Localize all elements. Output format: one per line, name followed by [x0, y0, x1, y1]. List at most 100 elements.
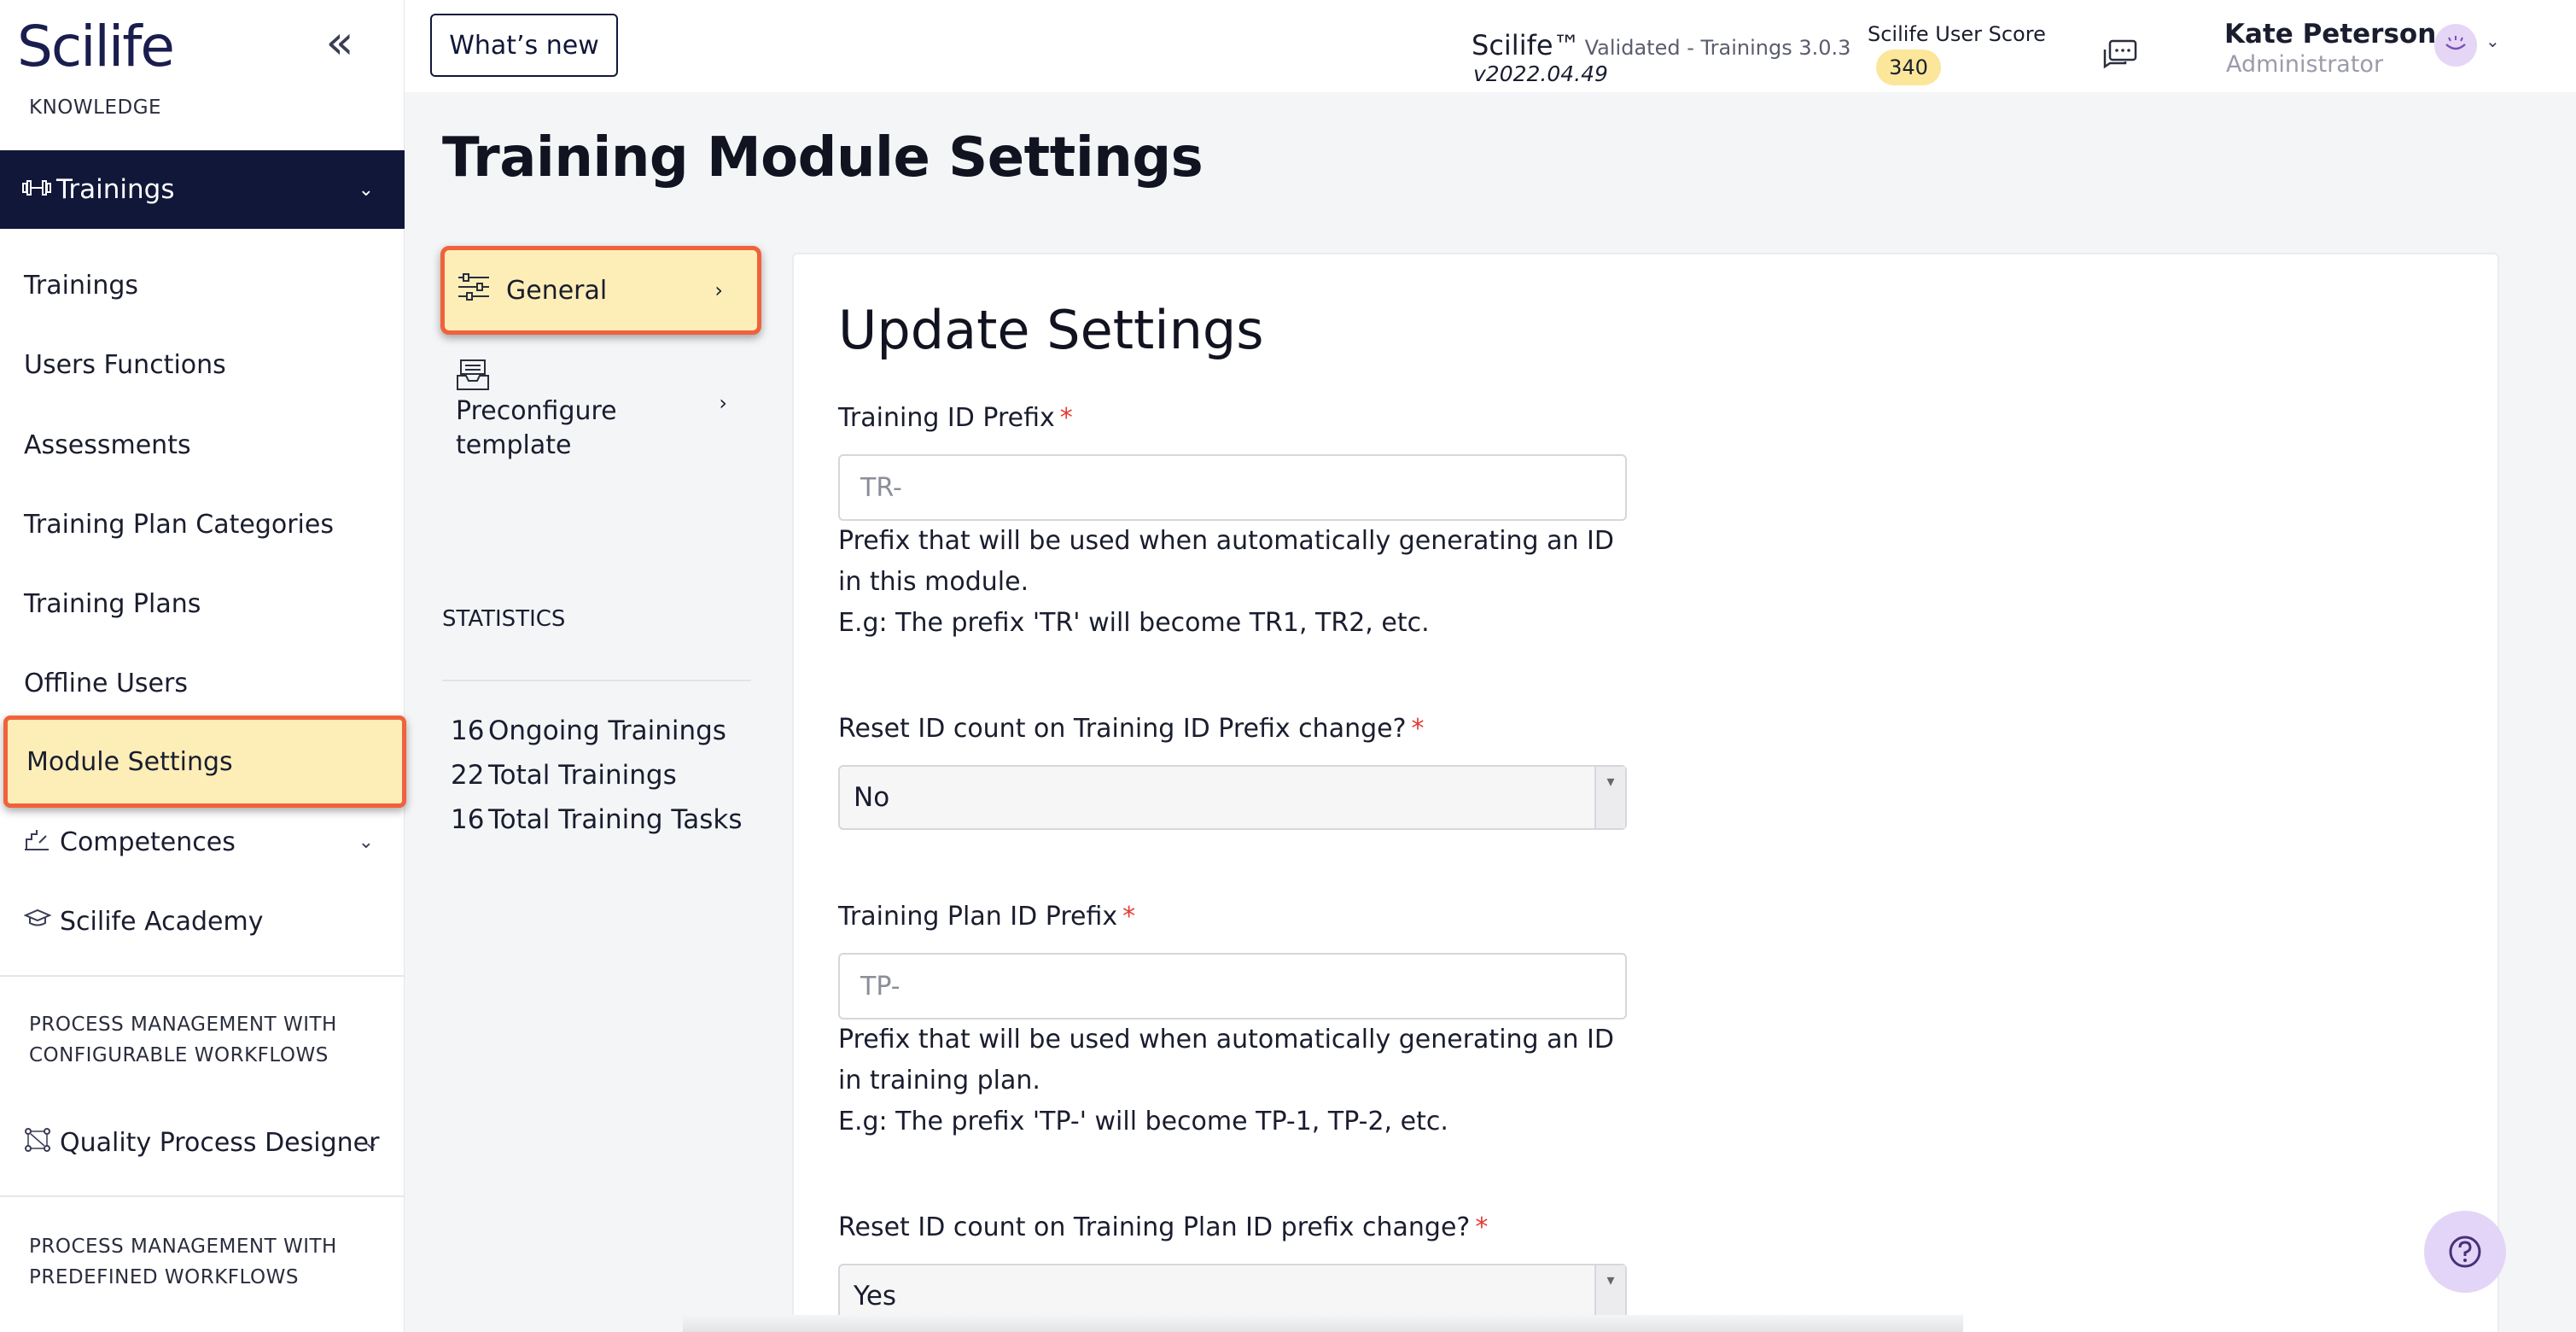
subnav-preconfigure-template[interactable]: Preconfigure template › — [444, 355, 761, 466]
subnav-label: Preconfigure template — [456, 396, 617, 460]
chevron-right-icon: › — [714, 278, 723, 302]
sidebar-item-competences[interactable]: Competences ⌄ — [0, 806, 405, 878]
update-settings-panel: Update Settings Training ID Prefix* Pref… — [792, 253, 2499, 1332]
chevron-down-icon: ⌄ — [363, 1131, 379, 1154]
graduation-cap-icon — [23, 908, 60, 935]
version-label: v2022.04.49 — [1473, 61, 1608, 86]
sidebar-item-label: Competences — [60, 827, 236, 857]
field-label-text: Training ID Prefix — [838, 403, 1055, 433]
training-id-prefix-help: Prefix that will be used when automatica… — [838, 521, 1627, 644]
sidebar: Scilife « KNOWLEDGE Trainings ⌄ Training… — [0, 0, 406, 1332]
reset-training-plan-id-label: Reset ID count on Training Plan ID prefi… — [838, 1212, 1488, 1242]
chevron-down-icon: ⌄ — [358, 831, 374, 853]
help-line: Prefix that will be used when automatica… — [838, 1025, 1615, 1095]
field-label-text: Reset ID count on Training ID Prefix cha… — [838, 714, 1407, 744]
field-label-text: Reset ID count on Training Plan ID prefi… — [838, 1212, 1471, 1242]
sidebar-item-users-functions[interactable]: Users Functions — [0, 329, 405, 400]
bottom-shadow — [683, 1315, 1963, 1332]
training-id-prefix-input[interactable] — [838, 454, 1627, 521]
sidebar-item-module-settings[interactable]: Module Settings — [3, 716, 406, 808]
sidebar-item-label: Offline Users — [24, 668, 188, 698]
subnav-label: General — [506, 275, 608, 306]
user-score-label: Scilife User Score — [1868, 22, 2046, 46]
required-mark: * — [1059, 403, 1073, 433]
required-mark: * — [1122, 902, 1136, 932]
user-score-badge: 340 — [1876, 50, 1941, 85]
stat-ongoing-trainings: 16 Ongoing Trainings — [451, 716, 726, 746]
stat-value: 22 — [451, 760, 485, 791]
sidebar-item-label: Module Settings — [26, 746, 233, 777]
section-label-configurable-2: CONFIGURABLE WORKFLOWS — [29, 1044, 329, 1066]
sidebar-item-label: Quality Process Designer — [60, 1127, 380, 1158]
stat-value: 16 — [451, 716, 485, 746]
statistics-divider — [442, 680, 751, 681]
training-plan-id-prefix-help: Prefix that will be used when automatica… — [838, 1019, 1627, 1142]
sidebar-divider — [0, 1195, 405, 1197]
required-mark: * — [1475, 1212, 1489, 1242]
sidebar-item-label: Scilife Academy — [60, 906, 264, 937]
user-name[interactable]: Kate Peterson — [2224, 19, 2436, 50]
dropdown-arrow-icon: ▾ — [1594, 767, 1625, 828]
double-chevron-left-icon: « — [325, 15, 354, 69]
avatar[interactable] — [2434, 24, 2477, 67]
chevron-down-icon[interactable]: ⌄ — [2486, 31, 2500, 51]
stat-value: 16 — [451, 804, 485, 835]
stat-label: Total Trainings — [488, 760, 677, 791]
statistics-label: STATISTICS — [442, 606, 566, 632]
page-title: Training Module Settings — [442, 126, 1203, 190]
eye-icon — [2445, 36, 2466, 50]
help-button[interactable] — [2424, 1211, 2506, 1293]
collapse-sidebar-button[interactable]: « — [319, 17, 360, 68]
chevron-right-icon: › — [719, 391, 727, 415]
stat-total-training-tasks: 16 Total Training Tasks — [451, 804, 742, 835]
nav-group-trainings[interactable]: Trainings ⌄ — [0, 150, 405, 229]
field-label-text: Training Plan ID Prefix — [838, 902, 1118, 932]
section-label-predefined-2: PREDEFINED WORKFLOWS — [29, 1266, 299, 1288]
help-line: E.g: The prefix 'TR' will become TR1, TR… — [838, 608, 1430, 638]
stat-label: Ongoing Trainings — [488, 716, 726, 746]
whats-new-button[interactable]: What’s new — [430, 14, 618, 77]
nav-group-label: Trainings — [56, 174, 175, 205]
sidebar-item-assessments[interactable]: Assessments — [0, 409, 405, 481]
section-label-configurable-1: PROCESS MANAGEMENT WITH — [29, 1014, 337, 1036]
sliders-icon — [457, 272, 506, 308]
stat-total-trainings: 22 Total Trainings — [451, 760, 677, 791]
sidebar-item-label: Trainings — [24, 270, 139, 301]
question-icon — [2449, 1236, 2481, 1268]
sidebar-item-label: Training Plan Categories — [24, 509, 334, 540]
brand-info: Scilife™ Validated - Trainings 3.0.3 — [1472, 29, 1850, 61]
sidebar-item-training-plan-categories[interactable]: Training Plan Categories — [0, 488, 405, 560]
validated-label: Validated - Trainings 3.0.3 — [1584, 36, 1851, 60]
sidebar-item-trainings[interactable]: Trainings — [0, 249, 405, 321]
sidebar-item-label: Training Plans — [24, 588, 201, 619]
chart-up-icon — [24, 827, 60, 857]
help-line: Prefix that will be used when automatica… — [838, 526, 1615, 597]
user-role: Administrator — [2226, 51, 2384, 78]
stat-label: Total Training Tasks — [488, 804, 743, 835]
sidebar-item-quality-process-designer[interactable]: Quality Process Designer ⌄ — [0, 1107, 405, 1178]
top-bar: What’s new Scilife™ Validated - Training… — [405, 0, 2576, 92]
sidebar-item-scilife-academy[interactable]: Scilife Academy — [0, 885, 405, 957]
section-label-predefined-1: PROCESS MANAGEMENT WITH — [29, 1236, 337, 1258]
help-line: E.g: The prefix 'TP-' will become TP-1, … — [838, 1107, 1448, 1136]
dumbbell-icon — [22, 177, 56, 202]
training-plan-id-prefix-input[interactable] — [838, 953, 1627, 1019]
sidebar-item-training-plans[interactable]: Training Plans — [0, 568, 405, 640]
workflow-icon — [24, 1127, 60, 1159]
subnav-general[interactable]: General › — [440, 246, 761, 335]
select-value: No — [854, 782, 890, 813]
select-value: Yes — [854, 1281, 897, 1312]
reset-training-id-label: Reset ID count on Training ID Prefix cha… — [838, 714, 1425, 744]
sidebar-item-label: Users Functions — [24, 349, 226, 380]
sidebar-item-offline-users[interactable]: Offline Users — [0, 647, 405, 719]
chevron-down-icon: ⌄ — [358, 178, 374, 201]
chat-icon[interactable] — [2101, 38, 2139, 75]
reset-training-id-select[interactable]: No ▾ — [838, 765, 1627, 830]
panel-title: Update Settings — [838, 299, 1264, 361]
sidebar-item-label: Assessments — [24, 429, 191, 460]
inbox-tray-icon — [456, 359, 490, 399]
training-id-prefix-label: Training ID Prefix * — [838, 403, 1073, 433]
required-mark: * — [1411, 714, 1425, 744]
scilife-logo[interactable]: Scilife — [17, 14, 175, 79]
brand-name: Scilife™ — [1472, 29, 1581, 61]
